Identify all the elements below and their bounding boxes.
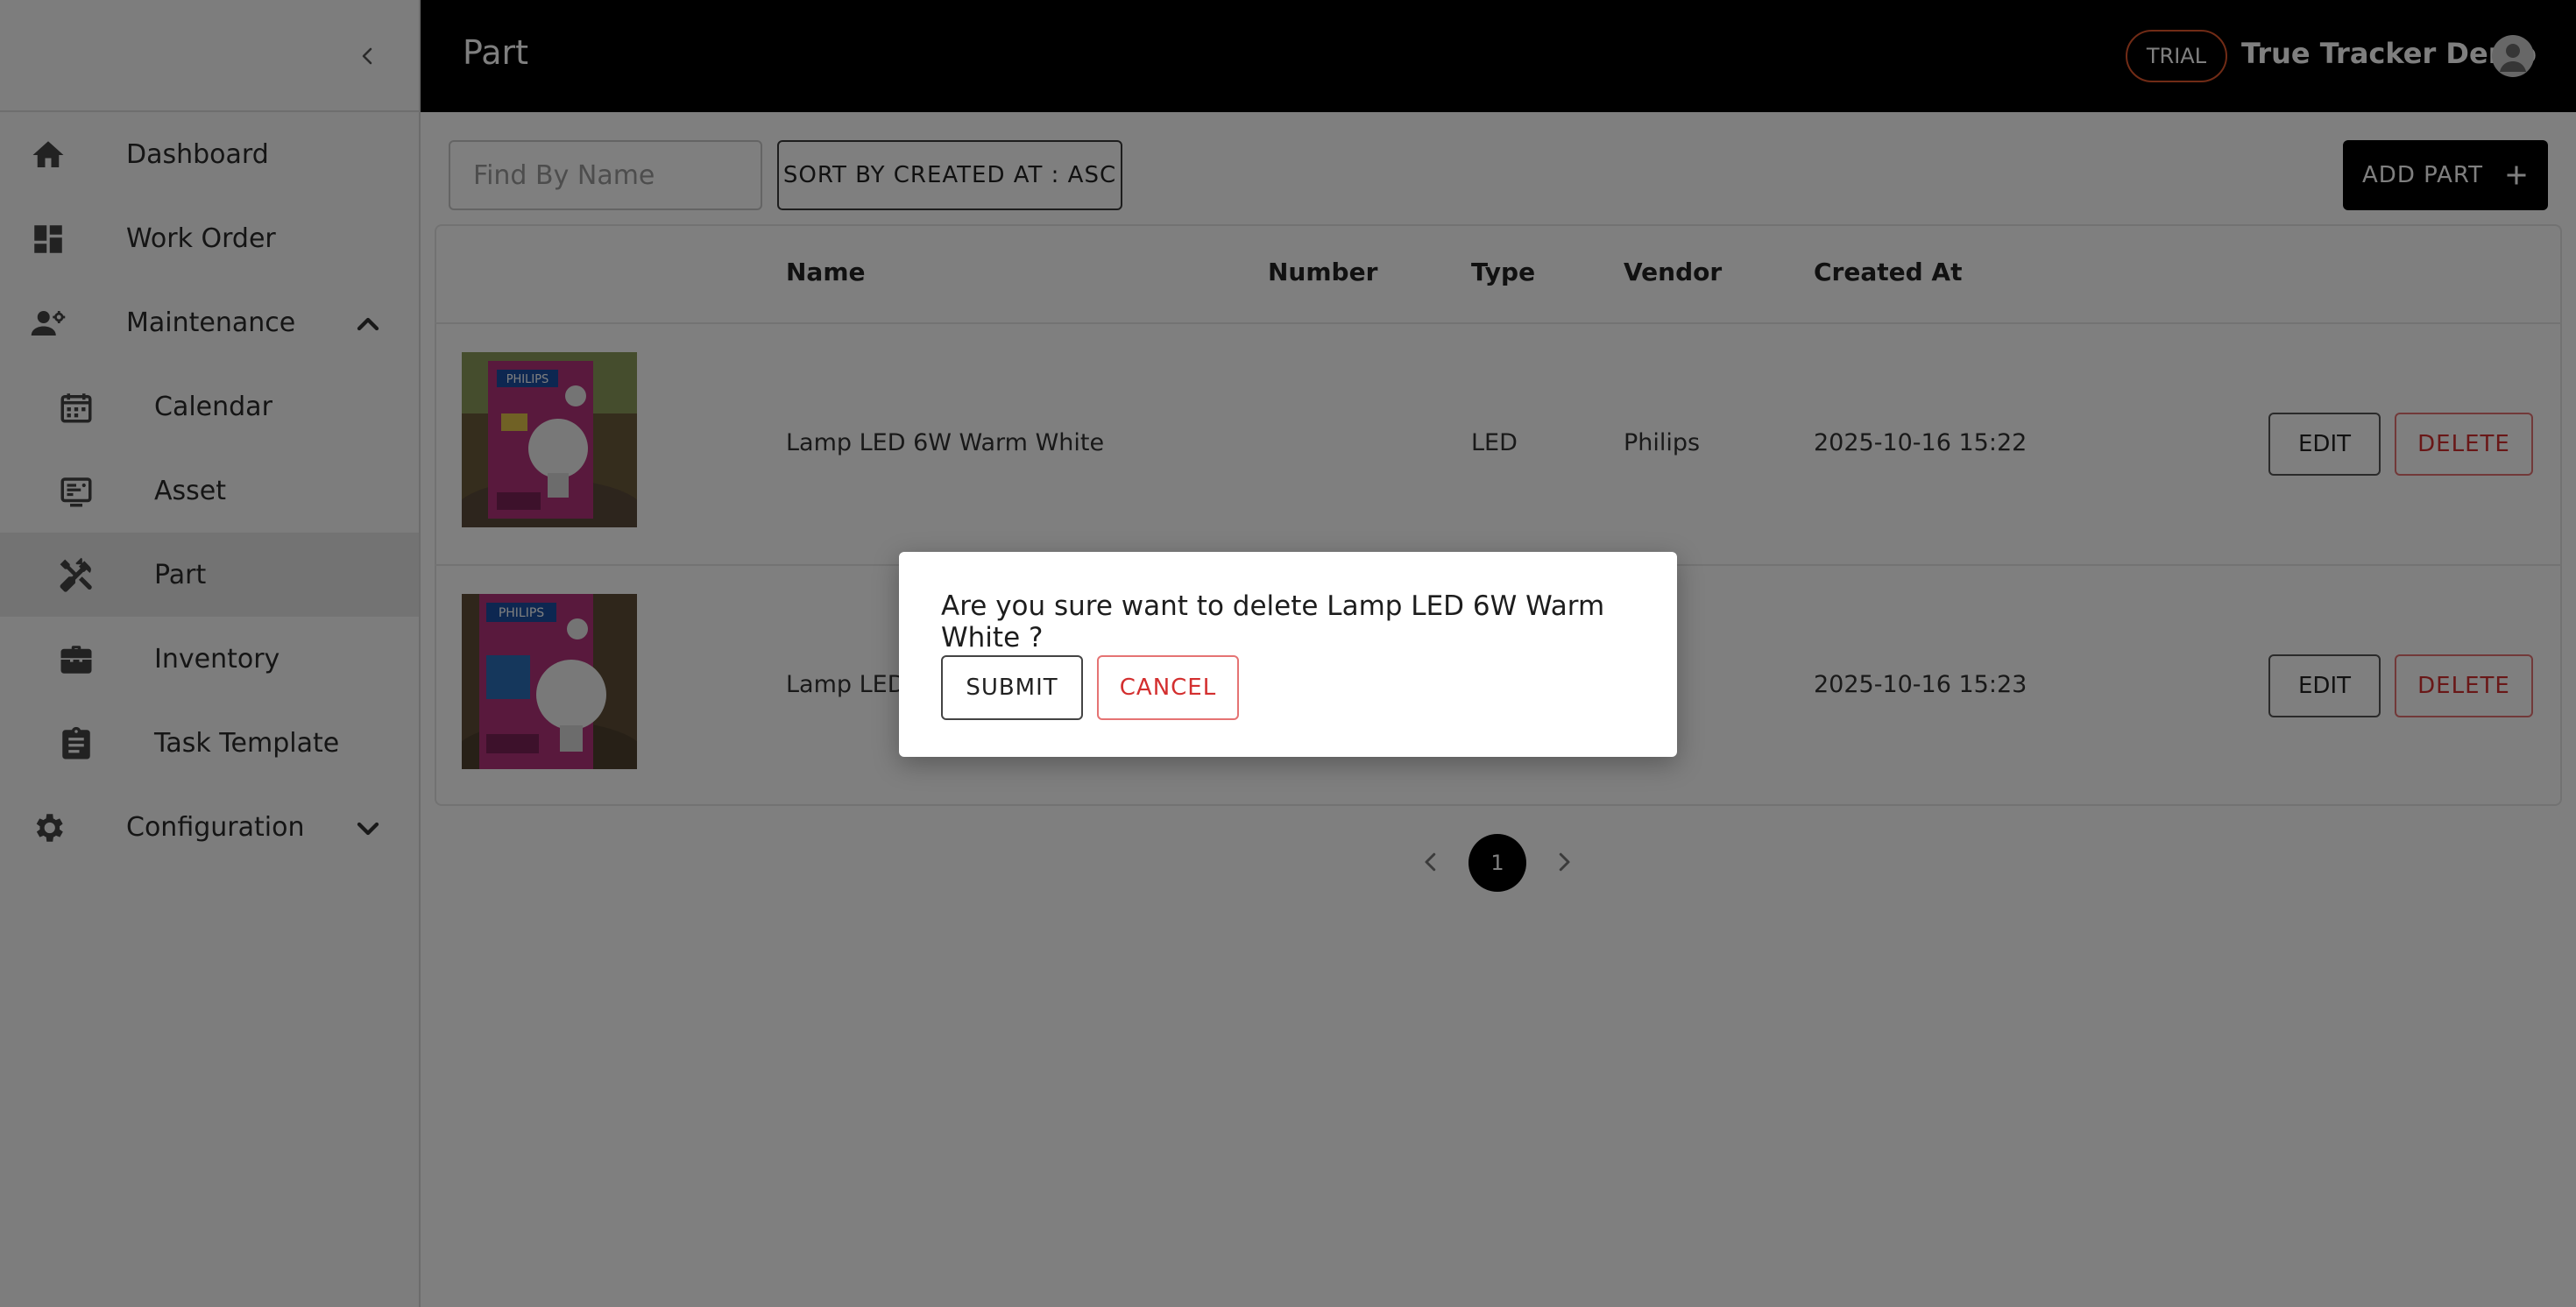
dialog-message: Are you sure want to delete Lamp LED 6W …: [941, 590, 1605, 654]
submit-button[interactable]: SUBMIT: [941, 655, 1083, 720]
cancel-button[interactable]: CANCEL: [1097, 655, 1239, 720]
confirm-delete-dialog: Are you sure want to delete Lamp LED 6W …: [899, 552, 1677, 757]
